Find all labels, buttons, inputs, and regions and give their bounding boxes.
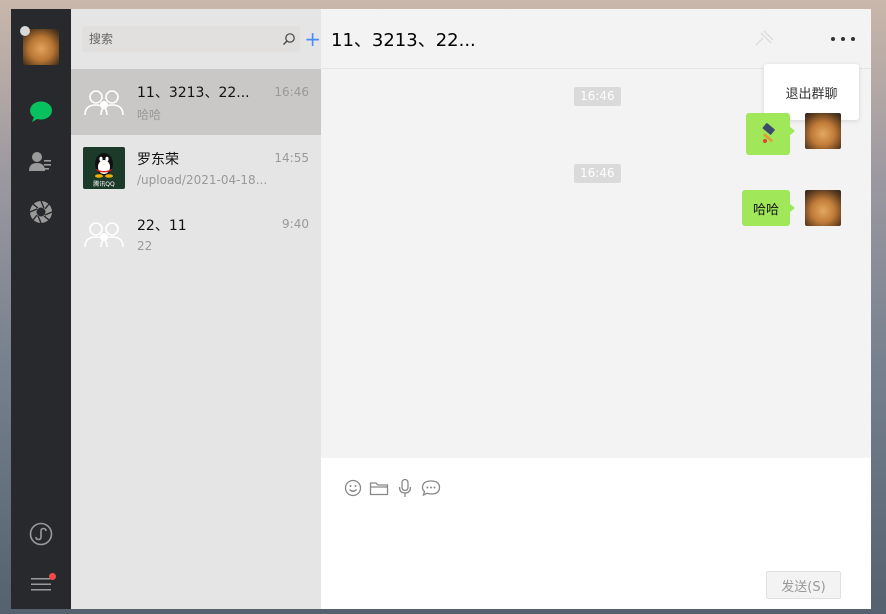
online-indicator: [20, 26, 30, 36]
search-box[interactable]: [82, 26, 301, 52]
emoji-icon: [344, 479, 362, 497]
chat-title: 11、3213、22...: [331, 29, 476, 51]
sticker-message[interactable]: [746, 113, 795, 155]
emoji-button[interactable]: [343, 478, 363, 498]
group-avatar: [83, 213, 125, 255]
session-time: 9:40: [282, 217, 309, 231]
session-name: 11、3213、22...: [137, 84, 250, 101]
time-tag: 16:46: [574, 164, 621, 183]
more-dot: [851, 37, 855, 41]
session-time: 14:55: [274, 151, 309, 165]
voice-button[interactable]: [395, 478, 415, 498]
session-last-message: 22: [137, 239, 153, 253]
pin-icon: [755, 30, 774, 46]
nav-contacts[interactable]: [11, 137, 71, 187]
session-time: 16:46: [274, 85, 309, 99]
session-item[interactable]: 11、3213、22... 哈哈 16:46: [71, 69, 321, 135]
session-last-message: /upload/2021-04-18...: [137, 173, 268, 187]
sender-avatar[interactable]: [805, 190, 841, 226]
composer: 发送(S): [321, 458, 871, 609]
wechat-window: + 11、3213、22... 哈哈 16:46: [11, 9, 871, 609]
session-name: 罗东荣: [137, 152, 179, 168]
time-tag: 16:46: [574, 87, 621, 106]
text-message[interactable]: 哈哈: [742, 190, 795, 226]
notification-dot: [49, 573, 56, 580]
mic-icon: [398, 478, 412, 497]
folder-icon: [369, 482, 389, 496]
chat-panel: 11、3213、22... 退出群聊 16:46 16:46 哈哈 发送(S): [321, 9, 871, 609]
composer-toolbar: [343, 478, 441, 498]
chat-icon: [30, 101, 52, 122]
chat-record-button[interactable]: [421, 478, 441, 498]
chat-bubble-icon: [421, 480, 441, 497]
session-item[interactable]: 22、11 22 9:40: [71, 201, 321, 267]
qq-avatar: 腾讯QQ: [83, 147, 125, 189]
group-icon: [84, 222, 124, 248]
miniprogram-icon: [29, 522, 53, 546]
nav-miniprogram[interactable]: [11, 509, 71, 559]
message-list: 16:46 16:46 哈哈: [321, 69, 871, 458]
qq-penguin-icon: 腾讯QQ: [93, 153, 115, 188]
group-icon: [84, 90, 124, 116]
session-last-message: 哈哈: [137, 107, 162, 122]
session-name: 22、11: [137, 218, 187, 234]
session-list: + 11、3213、22... 哈哈 16:46: [71, 9, 321, 609]
qq-avatar-label: 腾讯QQ: [93, 180, 115, 188]
user-avatar[interactable]: [20, 26, 59, 65]
group-avatar: [83, 81, 125, 123]
send-button[interactable]: 发送(S): [766, 571, 841, 599]
nav-chat[interactable]: [11, 87, 71, 137]
moments-icon: [29, 200, 53, 224]
hammer-sticker-icon: [762, 123, 775, 143]
more-dot: [841, 37, 845, 41]
side-nav: [11, 9, 71, 609]
chat-header: 11、3213、22... 退出群聊: [321, 9, 871, 120]
search-row: +: [71, 9, 321, 69]
more-options-button[interactable]: [831, 31, 855, 47]
nav-bottom: [11, 509, 71, 609]
session-item[interactable]: 腾讯QQ 罗东荣 /upload/2021-04-18... 14:55: [71, 135, 321, 201]
nav-moments[interactable]: [11, 187, 71, 237]
search-input[interactable]: [89, 32, 283, 46]
add-chat-button[interactable]: +: [304, 29, 321, 49]
search-icon[interactable]: [282, 32, 296, 46]
contacts-icon: [29, 152, 51, 171]
more-dot: [831, 37, 835, 41]
file-button[interactable]: [369, 478, 389, 498]
sender-avatar[interactable]: [805, 113, 841, 149]
nav-menu[interactable]: [11, 559, 71, 609]
